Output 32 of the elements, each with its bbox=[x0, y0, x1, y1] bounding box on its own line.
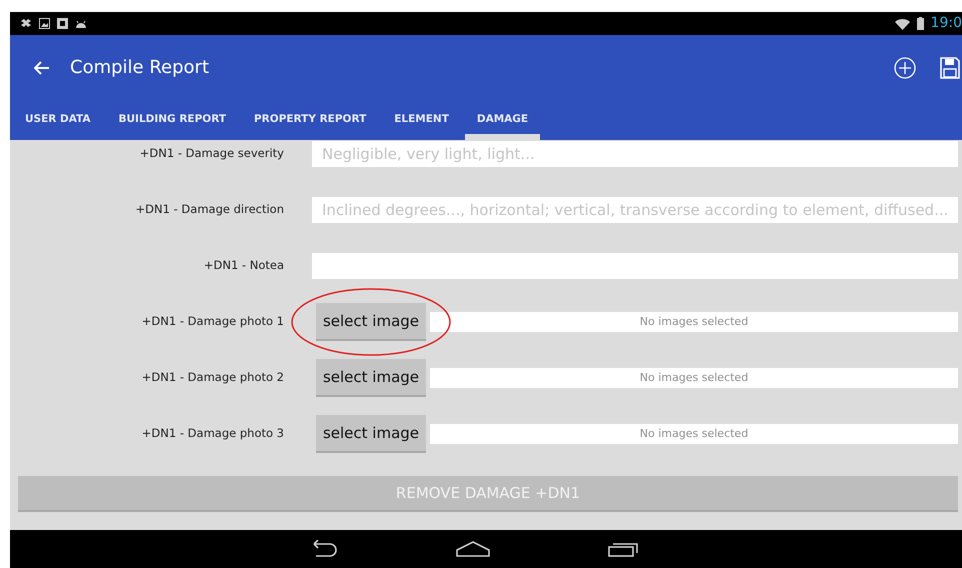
screen-title: Compile Report bbox=[70, 56, 210, 80]
clock-time: 19:0 bbox=[930, 14, 962, 33]
gallery-icon bbox=[39, 18, 50, 29]
image-status: No images selected bbox=[430, 312, 958, 332]
back-arrow-icon[interactable] bbox=[34, 60, 50, 74]
image-status: No images selected bbox=[430, 424, 958, 444]
battery-icon bbox=[916, 17, 924, 30]
tab[interactable]: PROPERTY REPORT bbox=[242, 100, 378, 140]
input-field[interactable] bbox=[312, 253, 958, 279]
app-notification-icon bbox=[57, 18, 68, 29]
select-image-button[interactable]: select image bbox=[316, 359, 426, 397]
image-status: No images selected bbox=[430, 368, 958, 388]
tab[interactable]: ELEMENT bbox=[382, 100, 461, 140]
field-label: +DN1 - Damage severity bbox=[138, 145, 284, 162]
add-icon[interactable] bbox=[894, 56, 916, 78]
input-field[interactable]: Negligible, very light, light... bbox=[312, 141, 958, 167]
android-icon bbox=[75, 19, 87, 28]
field-label: +DN1 - Damage photo 3 bbox=[140, 425, 284, 442]
select-image-button[interactable]: select image bbox=[316, 415, 426, 453]
field-label: +DN1 - Damage direction bbox=[134, 201, 284, 218]
input-field[interactable]: Inclined degrees..., horizontal; vertical, transverse according to element, diffused... bbox=[312, 197, 958, 223]
save-icon[interactable] bbox=[940, 56, 960, 78]
home-icon[interactable] bbox=[456, 541, 490, 557]
select-image-button[interactable]: select image bbox=[316, 303, 426, 341]
notification-icon bbox=[20, 18, 32, 28]
tab[interactable]: USER DATA bbox=[13, 100, 103, 140]
wifi-icon bbox=[894, 18, 910, 30]
recent-apps-icon[interactable] bbox=[608, 541, 640, 557]
tab[interactable]: BUILDING REPORT bbox=[106, 100, 238, 140]
field-label: +DN1 - Notea bbox=[202, 257, 284, 274]
field-label: +DN1 - Damage photo 2 bbox=[140, 369, 284, 386]
field-label: +DN1 - Damage photo 1 bbox=[140, 313, 284, 330]
